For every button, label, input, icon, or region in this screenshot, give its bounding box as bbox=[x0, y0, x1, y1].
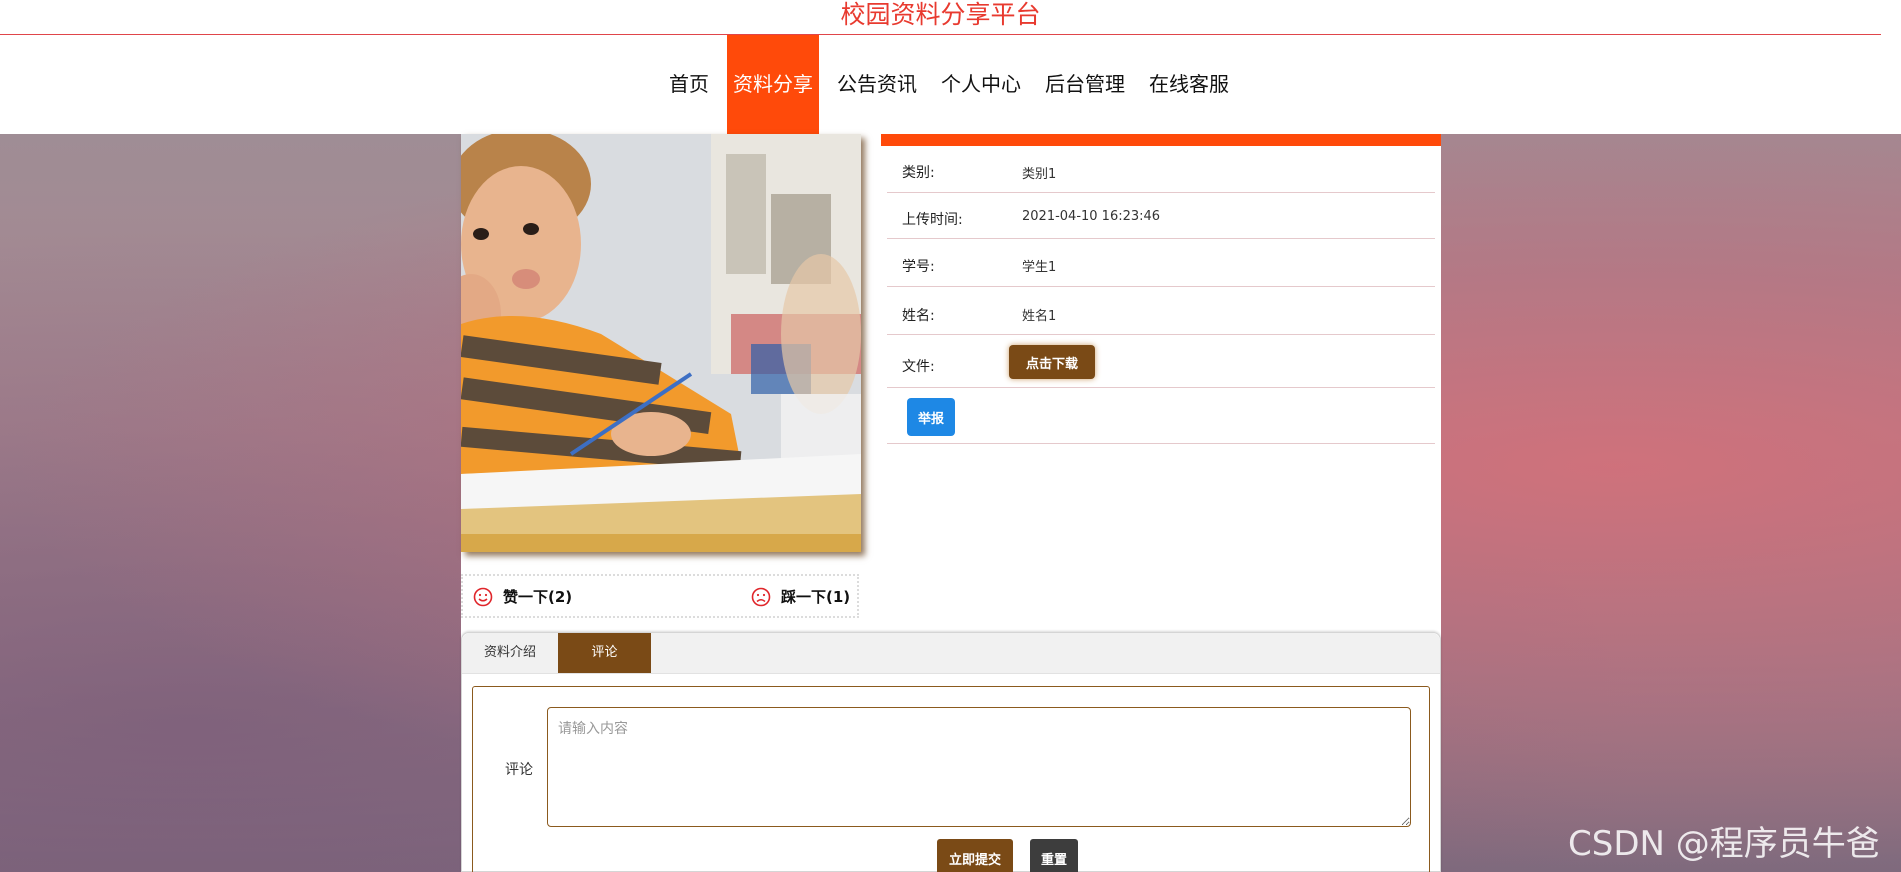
tab-comments[interactable]: 评论 bbox=[558, 633, 651, 673]
reset-button[interactable]: 重置 bbox=[1030, 839, 1078, 872]
detail-value: 2021-04-10 16:23:46 bbox=[1022, 209, 1161, 224]
watermark: CSDN @程序员牛爸 bbox=[1568, 824, 1880, 864]
detail-row-file: 文件: 点击下载 bbox=[887, 335, 1435, 388]
detail-row-name: 姓名: 姓名1 bbox=[887, 287, 1435, 335]
tab-resource-intro[interactable]: 资料介绍 bbox=[462, 633, 558, 673]
nav-item-resource-share[interactable]: 资料分享 bbox=[727, 35, 819, 134]
detail-row-student-id: 学号: 学生1 bbox=[887, 239, 1435, 287]
site-title: 校园资料分享平台 bbox=[0, 0, 1881, 35]
tab-header: 资料介绍 评论 bbox=[462, 633, 1440, 674]
dislike-button[interactable]: 踩一下(1) bbox=[751, 586, 850, 607]
tabs-panel: 资料介绍 评论 评论 立即提交 重置 bbox=[461, 632, 1441, 872]
report-button[interactable]: 举报 bbox=[907, 398, 955, 436]
nav-item-home[interactable]: 首页 bbox=[663, 35, 715, 134]
resource-cover-image bbox=[461, 134, 861, 552]
nav-item-admin[interactable]: 后台管理 bbox=[1039, 35, 1131, 134]
comment-form: 评论 立即提交 重置 bbox=[472, 686, 1430, 872]
submit-button[interactable]: 立即提交 bbox=[937, 839, 1013, 872]
dislike-label: 踩一下(1) bbox=[781, 588, 851, 606]
detail-header-bar bbox=[881, 134, 1441, 146]
nav-item-personal-center[interactable]: 个人中心 bbox=[935, 35, 1027, 134]
detail-value: 学生1 bbox=[1022, 260, 1057, 275]
comment-input[interactable] bbox=[547, 707, 1411, 827]
nav-item-online-service[interactable]: 在线客服 bbox=[1143, 35, 1235, 134]
detail-row-upload-time: 上传时间: 2021-04-10 16:23:46 bbox=[887, 193, 1435, 239]
resource-detail-table: 类别: 类别1 上传时间: 2021-04-10 16:23:46 学号: 学生… bbox=[887, 146, 1435, 444]
main-nav: 首页 资料分享 公告资讯 个人中心 后台管理 在线客服 bbox=[0, 35, 1901, 134]
detail-label: 上传时间: bbox=[902, 212, 963, 228]
nav-item-announcements[interactable]: 公告资讯 bbox=[831, 35, 923, 134]
detail-row-category: 类别: 类别1 bbox=[887, 146, 1435, 193]
detail-label: 学号: bbox=[902, 259, 935, 275]
download-button[interactable]: 点击下载 bbox=[1009, 345, 1095, 379]
comment-label: 评论 bbox=[505, 762, 533, 778]
student-photo-illustration bbox=[461, 134, 861, 552]
frown-icon bbox=[751, 587, 771, 606]
like-label: 赞一下(2) bbox=[503, 588, 573, 606]
smile-icon bbox=[473, 587, 493, 606]
detail-value: 类别1 bbox=[1022, 167, 1057, 182]
content-container: 赞一下(2) 踩一下(1) 类别: 类别1 上传时间: 2021-04-10 1… bbox=[461, 134, 1441, 872]
like-button[interactable]: 赞一下(2) bbox=[473, 586, 572, 607]
nav-menu: 首页 资料分享 公告资讯 个人中心 后台管理 在线客服 bbox=[663, 35, 1247, 134]
detail-label: 姓名: bbox=[902, 308, 935, 324]
detail-row-report: 举报 bbox=[887, 388, 1435, 444]
detail-label: 类别: bbox=[902, 165, 935, 181]
detail-value: 姓名1 bbox=[1022, 309, 1057, 324]
detail-label: 文件: bbox=[902, 359, 935, 375]
vote-box: 赞一下(2) 踩一下(1) bbox=[461, 574, 859, 618]
